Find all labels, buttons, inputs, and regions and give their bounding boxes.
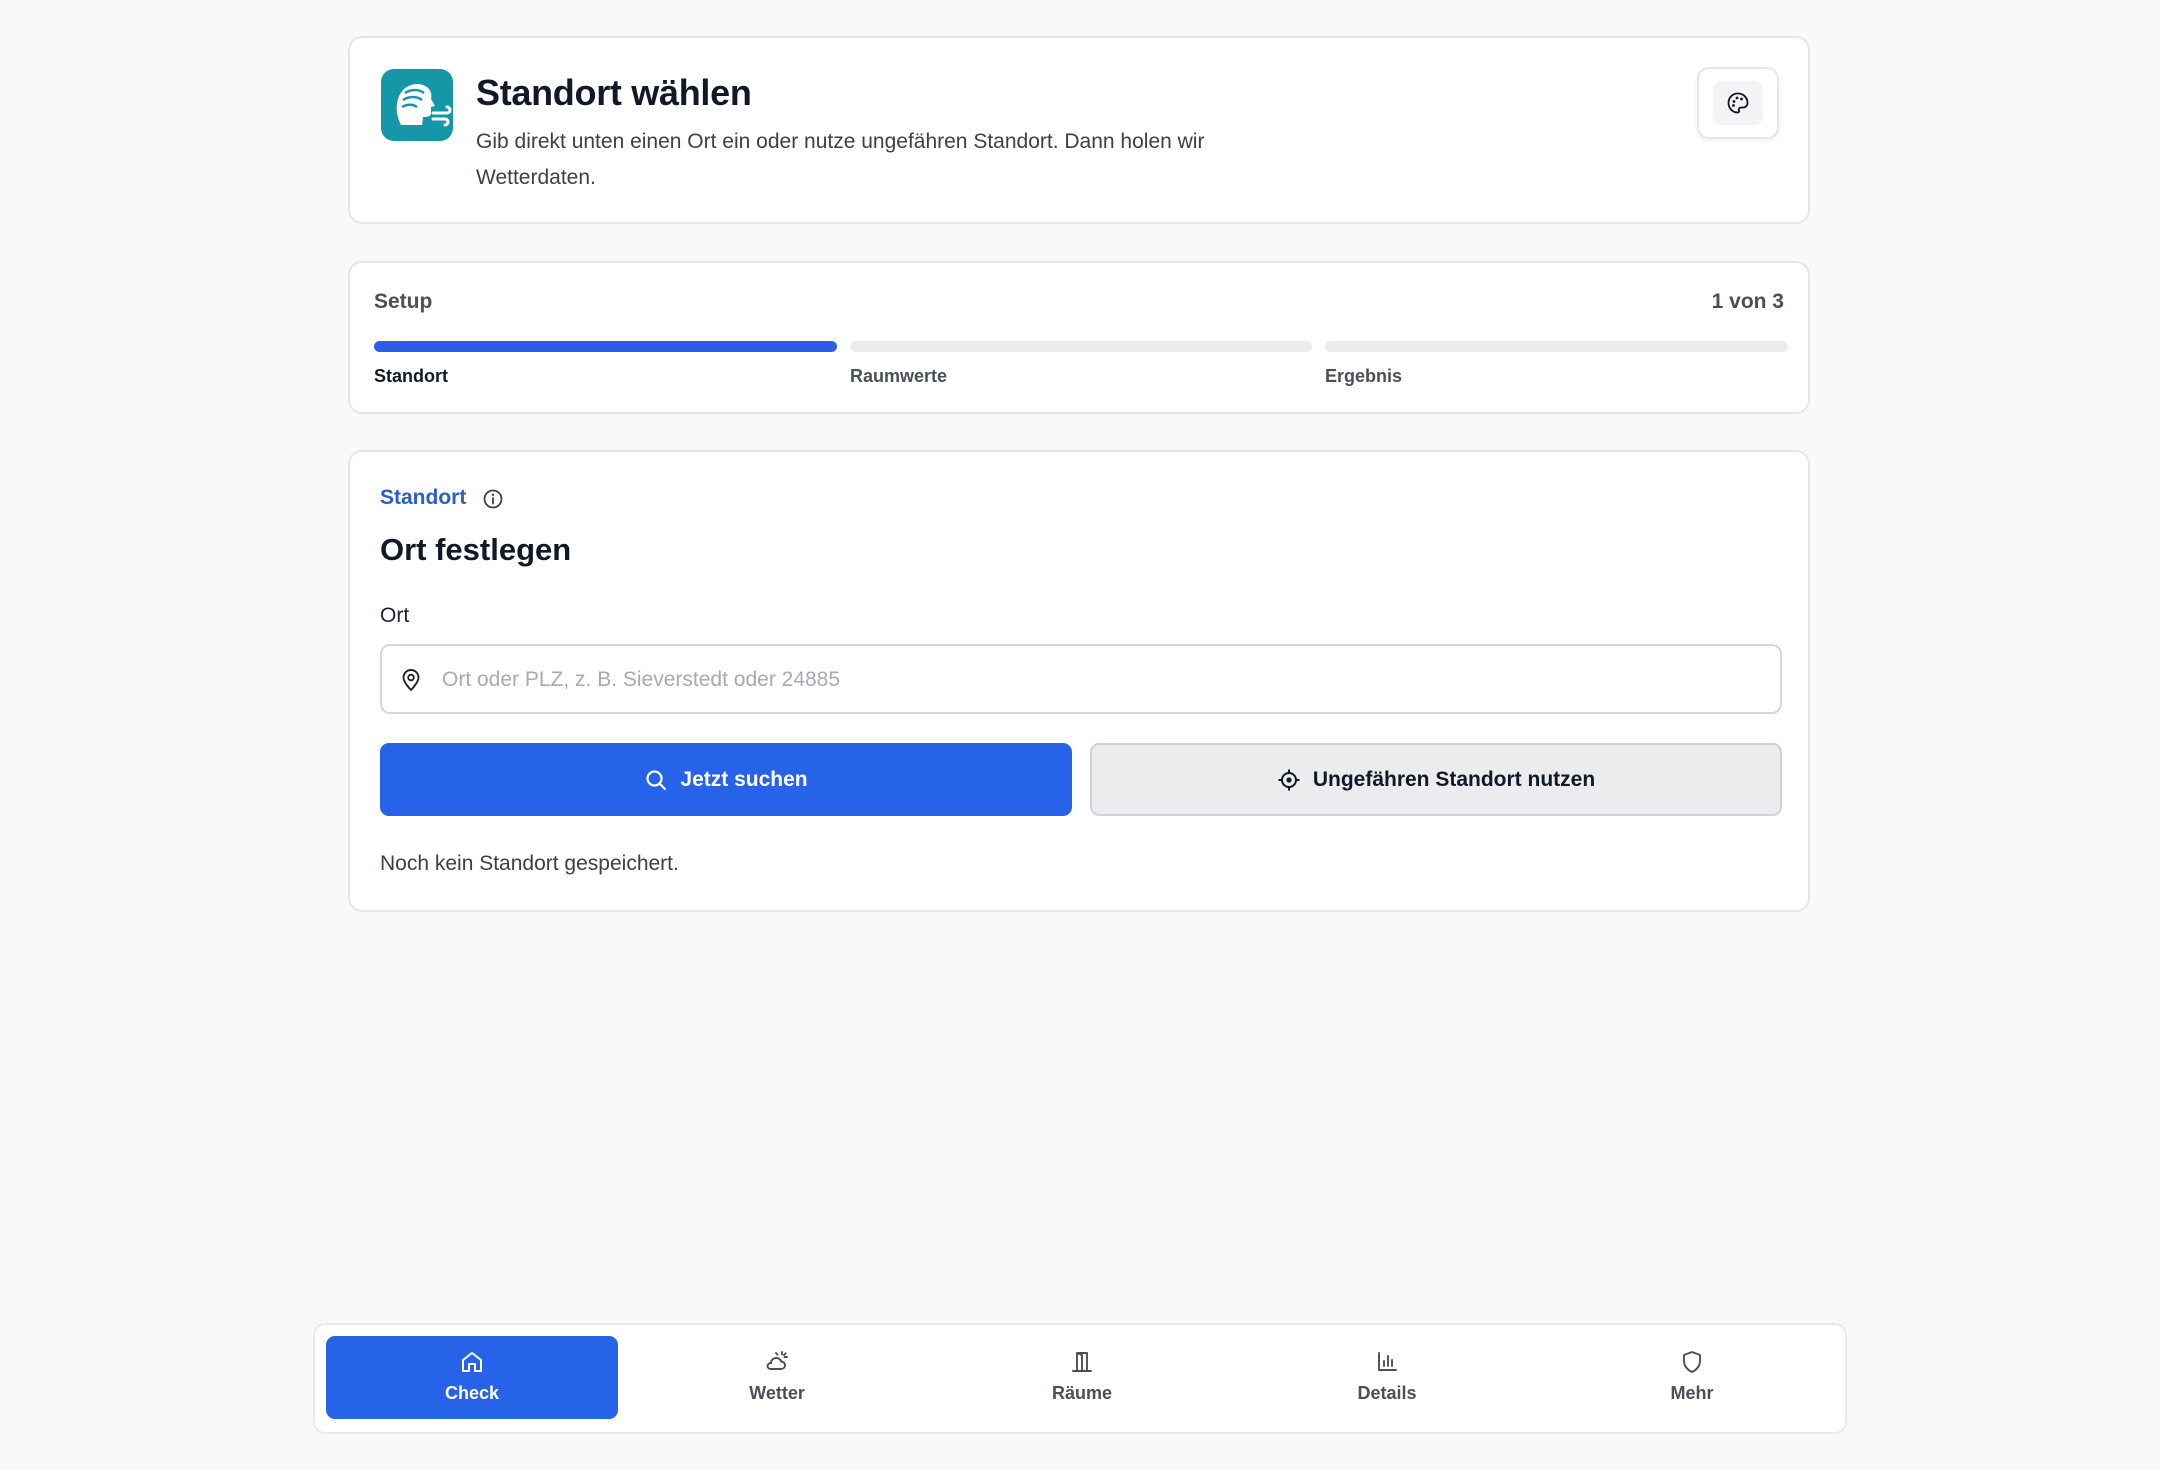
nav-item-check[interactable]: Check [326,1336,618,1419]
nav-item-raeume[interactable]: Räume [936,1336,1228,1419]
location-status: Noch kein Standort gespeichert. [380,852,679,875]
shield-icon [1683,1351,1701,1373]
step-label-standort: Standort [374,366,448,386]
bar-chart-icon [1378,1352,1397,1371]
door-icon [1072,1352,1092,1372]
step-bar-ergebnis [1325,341,1788,352]
setup-progress-text: 1 von 3 [1711,290,1784,313]
setup-label: Setup [374,290,433,313]
location-card: Standort Ort festlegen Ort Jetzt suchen … [348,450,1810,912]
nav-label-raeume: Räume [1051,1383,1113,1403]
wind-face-icon [381,69,453,141]
theme-button[interactable] [1697,67,1779,139]
location-input[interactable] [440,658,1744,702]
section-title: Ort festlegen [380,532,572,567]
info-icon[interactable] [482,488,504,510]
search-button[interactable]: Jetzt suchen [380,743,1072,816]
setup-card: Setup 1 von 3 Standort Raumwerte Ergebni… [348,261,1810,414]
bottom-nav: Check Wetter Räume Details Mehr [313,1323,1847,1434]
nav-item-details[interactable]: Details [1241,1336,1533,1419]
nav-label-check: Check [444,1383,500,1403]
section-label: Standort [380,486,467,509]
nav-item-mehr[interactable]: Mehr [1546,1336,1838,1419]
locate-button-label: Ungefähren Standort nutzen [1312,767,1596,791]
step-bar-raumwerte [850,341,1312,352]
header-card: Standort wählen Gib direkt unten einen O… [348,36,1810,224]
step-label-raumwerte: Raumwerte [850,366,948,386]
nav-label-wetter: Wetter [749,1383,805,1403]
location-field-label: Ort [380,604,410,627]
locate-button[interactable]: Ungefähren Standort nutzen [1090,743,1782,816]
step-bar-standort [374,341,837,352]
search-button-label: Jetzt suchen [680,767,808,791]
location-input-wrapper [380,644,1782,714]
palette-icon [1727,92,1749,114]
weather-icon [766,1351,788,1370]
crosshair-icon [1278,769,1300,790]
home-icon [462,1352,482,1372]
page-description: Gib direkt unten einen Ort ein oder nutz… [476,130,1205,189]
nav-label-details: Details [1357,1383,1417,1403]
theme-button-inner [1713,81,1763,125]
map-pin-icon [402,669,420,692]
step-label-ergebnis: Ergebnis [1325,366,1403,386]
nav-label-mehr: Mehr [1670,1383,1714,1403]
page-title: Standort wählen [476,72,752,113]
nav-item-wetter[interactable]: Wetter [631,1336,923,1419]
search-icon [646,769,667,790]
